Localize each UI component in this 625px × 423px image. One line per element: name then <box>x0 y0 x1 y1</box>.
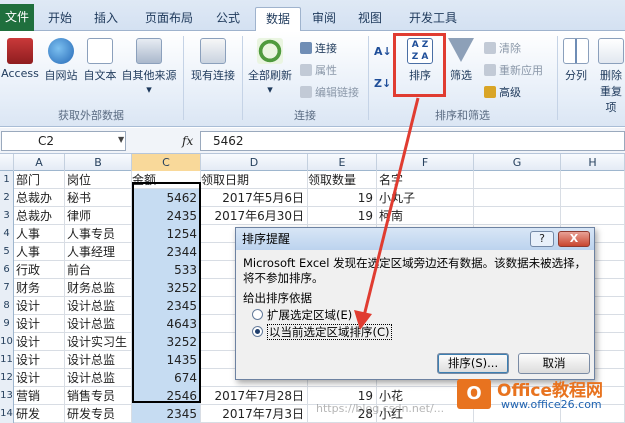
office-logo-icon: O <box>457 379 491 409</box>
csdn-watermark: https://blog.csdn.net/... <box>316 402 445 415</box>
office-watermark: O Office教程网 www.office26.com <box>455 375 623 415</box>
annotation-arrow <box>354 97 420 330</box>
watermark-url: www.office26.com <box>501 398 602 411</box>
